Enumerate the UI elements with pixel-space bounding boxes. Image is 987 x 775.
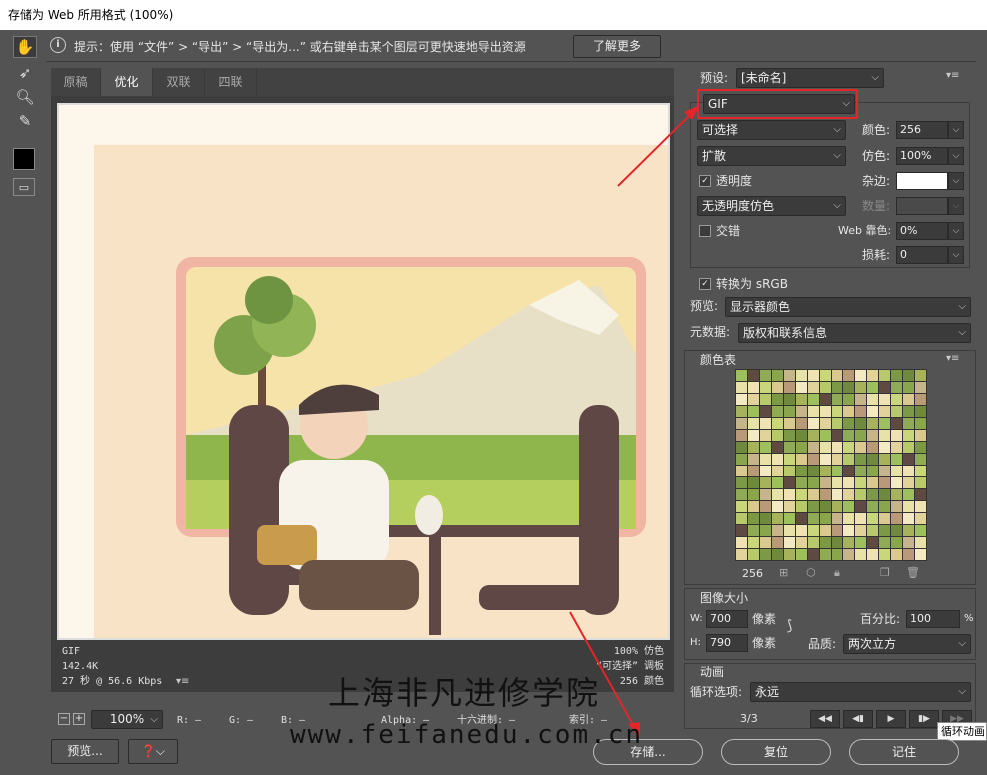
watermark-title: 上海非凡进修学院 bbox=[328, 674, 601, 712]
arrow-to-format bbox=[617, 109, 696, 187]
watermark-url: www.feifanedu.com.cn bbox=[290, 720, 644, 750]
annotation-arrows bbox=[569, 105, 700, 738]
